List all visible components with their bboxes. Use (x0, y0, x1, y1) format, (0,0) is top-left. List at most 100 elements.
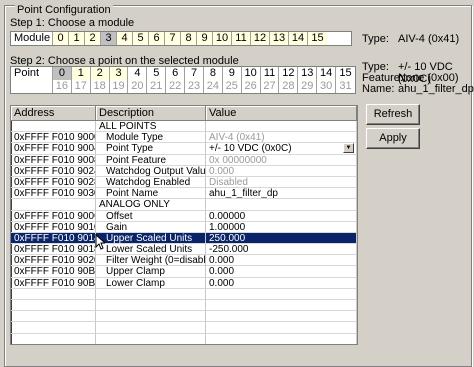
table-row[interactable]: ANALOG ONLY (11, 199, 357, 211)
value-cell[interactable]: 0.000 (206, 266, 357, 278)
empty-cell (11, 322, 96, 334)
point-cell[interactable]: 4 (128, 67, 148, 80)
module-cell[interactable]: 13 (270, 32, 289, 45)
table-row[interactable]: 0xFFFF F010 9000 Module Type AIV-4 (0x41) (11, 132, 357, 144)
point-cell[interactable]: 31 (336, 80, 355, 93)
point-cell[interactable]: 9 (223, 67, 242, 80)
point-cell[interactable]: 15 (336, 67, 355, 80)
point-cell[interactable]: 14 (317, 67, 337, 80)
point-cell[interactable]: 3 (109, 67, 129, 80)
module-cell[interactable]: 14 (289, 32, 308, 45)
module-cell[interactable]: 2 (85, 32, 101, 45)
point-cell[interactable]: 20 (128, 80, 148, 93)
value-text: 250.000 (209, 232, 246, 244)
value-cell[interactable]: 0x 00000000 (206, 154, 357, 166)
column-header-address[interactable]: Address (11, 106, 96, 120)
module-cell[interactable]: 10 (213, 32, 232, 45)
grid-body: ALL POINTS 0xFFFF F010 9000 Module Type AIV… (11, 121, 357, 344)
value-text: 1.00000 (209, 221, 246, 233)
table-row[interactable]: 0xFFFF F010 90B8 Lower Clamp 0.000 (11, 277, 357, 289)
refresh-button[interactable]: Refresh (366, 104, 420, 125)
module-cell[interactable]: 3 (101, 32, 117, 45)
module-cell[interactable]: 1 (69, 32, 85, 45)
table-row[interactable]: 0xFFFF F010 90BC Upper Clamp 0.000 (11, 266, 357, 278)
module-cell[interactable]: 7 (165, 32, 181, 45)
point-cell[interactable]: 1 (71, 67, 91, 80)
point-cell[interactable]: 19 (110, 80, 129, 93)
point-cell[interactable]: 25 (223, 80, 242, 93)
dropdown-arrow-icon[interactable]: ▼ (343, 143, 354, 154)
module-cell[interactable]: 4 (117, 32, 133, 45)
point-cell[interactable]: 17 (72, 80, 91, 93)
empty-cell (206, 322, 357, 334)
point-cell[interactable]: 2 (90, 67, 110, 80)
module-cell[interactable]: 12 (251, 32, 270, 45)
point-cell[interactable]: 10 (242, 67, 261, 80)
module-cell[interactable]: 0 (53, 32, 69, 45)
module-cell[interactable]: 9 (197, 32, 213, 45)
module-cell[interactable]: 5 (133, 32, 149, 45)
point-cell[interactable]: 6 (166, 67, 186, 80)
empty-cell (206, 333, 357, 344)
value-cell[interactable]: ahu_1_filter_dp (206, 188, 357, 200)
module-cell[interactable]: 11 (232, 32, 251, 45)
module-cell[interactable]: 15 (308, 32, 327, 45)
module-cell[interactable]: 6 (149, 32, 165, 45)
table-row[interactable]: 0xFFFF F010 9028 Watchdog Enabled Disabled (11, 176, 357, 189)
column-header-value[interactable]: Value (206, 106, 357, 120)
value-cell[interactable]: -250.000 (206, 244, 357, 256)
point-cell[interactable]: 7 (185, 67, 204, 80)
point-cell[interactable]: 21 (147, 80, 167, 93)
point-cell[interactable]: 13 (298, 67, 318, 80)
empty-cell (11, 288, 96, 300)
point-cell[interactable]: 29 (298, 80, 318, 93)
value-text: 0.000 (209, 266, 235, 278)
description-cell: Watchdog Output Value (96, 165, 206, 177)
point-cell[interactable]: 18 (91, 80, 110, 93)
table-row[interactable]: 0xFFFF F010 9010 Gain 1.00000 (11, 221, 357, 233)
empty-row (11, 300, 357, 312)
point-cell[interactable]: 23 (185, 80, 204, 93)
table-row[interactable]: 0xFFFF F010 9004 Point Type +/- 10 VDC (0x… (11, 143, 357, 155)
point-cell[interactable]: 11 (261, 67, 280, 80)
table-row[interactable]: 0xFFFF F010 9020 Filter Weight (0=disable… (11, 255, 357, 267)
point-cell[interactable]: 22 (166, 80, 186, 93)
table-row[interactable]: 0xFFFF F010 9008 Point Feature 0x 00000000 (11, 154, 357, 166)
value-cell[interactable]: 0.000 (206, 255, 357, 267)
value-cell[interactable]: AIV-4 (0x41) (206, 132, 357, 144)
table-row[interactable]: ALL POINTS (11, 121, 357, 133)
column-header-description[interactable]: Description (96, 106, 206, 120)
table-row[interactable]: 0xFFFF F010 9024 Watchdog Output Value 0.0… (11, 165, 357, 177)
description-cell: Upper Scaled Units (96, 232, 206, 245)
address-cell: 0xFFFF F010 9020 (11, 255, 96, 267)
point-cell[interactable]: 16 (53, 80, 72, 93)
value-cell[interactable]: 0.000 (206, 165, 357, 177)
value-cell[interactable]: 1.00000 (206, 221, 357, 233)
value-cell[interactable]: 250.000 (206, 232, 357, 245)
module-cell[interactable]: 8 (181, 32, 197, 45)
point-cell[interactable]: 8 (204, 67, 223, 80)
point-cell[interactable]: 12 (279, 67, 299, 80)
point-cell[interactable]: 24 (204, 80, 223, 93)
value-cell[interactable]: +/- 10 VDC (0x0C) ▼ (206, 143, 357, 155)
apply-button[interactable]: Apply (366, 128, 420, 149)
table-row[interactable]: 0xFFFF F010 9018 Lower Scaled Units -250.0… (11, 244, 357, 256)
table-row[interactable]: 0xFFFF F010 9014 Upper Scaled Units 250.00… (11, 232, 357, 245)
point-cell[interactable]: 30 (317, 80, 337, 93)
value-cell[interactable]: 0.00000 (206, 210, 357, 222)
point-cell[interactable]: 5 (147, 67, 167, 80)
address-cell: 0xFFFF F010 9030 (11, 188, 96, 200)
value-cell[interactable]: Disabled (206, 176, 357, 189)
empty-cell (96, 288, 206, 300)
table-row[interactable]: 0xFFFF F010 900C Offset 0.00000 (11, 210, 357, 222)
point-cell[interactable]: 28 (279, 80, 299, 93)
point-cell[interactable]: 27 (261, 80, 280, 93)
description-cell: Gain (96, 221, 206, 233)
mouse-cursor-icon (95, 234, 105, 250)
value-cell[interactable]: 0.000 (206, 277, 357, 289)
table-row[interactable]: 0xFFFF F010 9030 Point Name ahu_1_filter_d… (11, 188, 357, 200)
point-cell[interactable]: 26 (242, 80, 261, 93)
empty-cell (11, 300, 96, 312)
point-row-spacer (11, 80, 53, 93)
point-cell[interactable]: 0 (52, 67, 72, 80)
